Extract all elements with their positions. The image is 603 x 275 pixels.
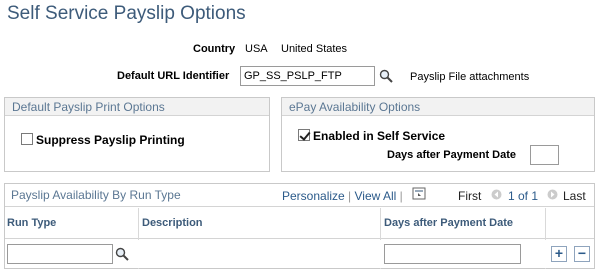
print-options-group: Default Payslip Print Options Suppress P…	[4, 97, 270, 172]
add-row-button[interactable]: +	[551, 246, 567, 262]
print-options-header: Default Payslip Print Options	[5, 98, 269, 116]
enabled-self-service-label: Enabled in Self Service	[313, 129, 446, 143]
magnifier-icon[interactable]	[115, 247, 129, 261]
col-run-type[interactable]: Run Type	[7, 217, 56, 229]
epay-days-input[interactable]	[530, 145, 559, 165]
default-url-input[interactable]	[240, 66, 375, 86]
personalize-link[interactable]: Personalize	[282, 189, 345, 203]
first-link[interactable]: First	[458, 189, 481, 203]
grid-title-bar: Payslip Availability By Run Type Persona…	[5, 184, 594, 207]
run-type-input[interactable]	[7, 244, 113, 264]
days-after-payment-input[interactable]	[384, 244, 521, 264]
page-range: 1 of 1	[508, 189, 539, 203]
download-icon[interactable]	[412, 187, 427, 201]
suppress-printing-label: Suppress Payslip Printing	[36, 133, 185, 147]
enabled-self-service-checkbox[interactable]	[298, 129, 310, 141]
run-type-grid: Payslip Availability By Run Type Persona…	[4, 183, 595, 269]
next-arrow-icon[interactable]	[547, 189, 558, 200]
col-description[interactable]: Description	[142, 217, 203, 229]
default-url-description: Payslip File attachments	[410, 71, 530, 83]
grid-title: Payslip Availability By Run Type	[11, 188, 181, 202]
view-all-link[interactable]: View All	[355, 189, 397, 203]
grid-header-row: Run Type Description Days after Payment …	[5, 208, 594, 239]
magnifier-icon[interactable]	[379, 69, 393, 83]
default-url-label: Default URL Identifier	[117, 70, 230, 82]
epay-options-group: ePay Availability Options Enabled in Sel…	[281, 97, 595, 172]
col-days-after-payment[interactable]: Days after Payment Date	[384, 217, 513, 229]
prev-arrow-icon[interactable]	[491, 189, 502, 200]
page-title: Self Service Payslip Options	[7, 3, 246, 24]
epay-options-header: ePay Availability Options	[282, 98, 594, 116]
country-label: Country	[193, 43, 236, 55]
suppress-printing-checkbox[interactable]	[21, 133, 33, 145]
epay-days-label: Days after Payment Date	[387, 149, 517, 161]
last-link[interactable]: Last	[563, 189, 586, 203]
table-row: + −	[5, 240, 594, 268]
remove-row-button[interactable]: −	[574, 246, 590, 262]
country-code: USA	[245, 43, 268, 55]
country-name: United States	[281, 43, 348, 55]
